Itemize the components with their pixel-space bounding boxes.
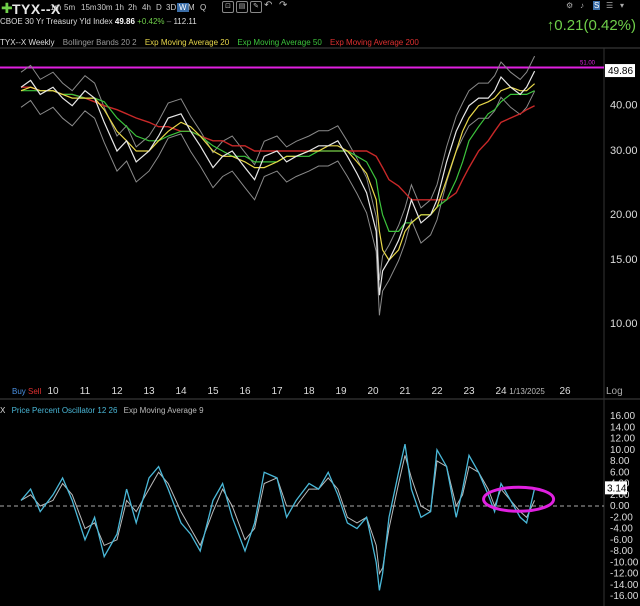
osc-y-tick: -6.00 xyxy=(610,535,633,546)
x-axis-label: 10 xyxy=(47,386,59,397)
osc-y-tick: -14.00 xyxy=(610,580,639,591)
osc-y-tick: -16.00 xyxy=(610,591,639,602)
osc-y-tick: 6.00 xyxy=(610,467,630,478)
ppo-series xyxy=(20,443,536,591)
osc-y-tick: -12.00 xyxy=(610,569,639,580)
ppo-ema9-series xyxy=(20,455,536,576)
x-axis-label: 12 xyxy=(111,386,123,397)
price-y-tick: 10.00 xyxy=(610,318,638,330)
chart-canvas[interactable]: 10.00 15.00 20.00 30.00 40.00 51.00 49.86 10 11 1… xyxy=(0,0,640,606)
osc-y-tick: -2.00 xyxy=(610,512,633,523)
oscillator-pane: 16.0014.0012.0010.008.006.004.002.000.00… xyxy=(0,411,639,602)
price-y-tick: 40.00 xyxy=(610,100,638,112)
osc-y-tick: 16.00 xyxy=(610,411,635,422)
osc-y-tick: 12.00 xyxy=(610,434,635,445)
price-y-tick: 15.00 xyxy=(610,254,638,266)
x-axis-label: 19 xyxy=(335,386,347,397)
x-axis-label: 17 xyxy=(271,386,283,397)
highlight-ellipse xyxy=(482,485,556,513)
bollinger-upper xyxy=(20,55,536,281)
x-axis-label: 15 xyxy=(207,386,219,397)
price-y-tick: 30.00 xyxy=(610,145,638,157)
x-axis-label: 23 xyxy=(463,386,475,397)
x-axis-label: 11 xyxy=(80,386,91,397)
osc-y-tick: 0.00 xyxy=(610,501,630,512)
price-series xyxy=(20,70,536,296)
osc-y-tick: -10.00 xyxy=(610,557,639,568)
x-axis-label: 24 xyxy=(495,386,507,397)
x-axis-label: 1/13/2025 xyxy=(509,387,545,396)
osc-y-tick: 14.00 xyxy=(610,422,635,433)
x-axis-label: 16 xyxy=(239,386,251,397)
bollinger-lower xyxy=(20,90,536,316)
resistance-label: 51.00 xyxy=(580,61,596,67)
x-axis-label: 22 xyxy=(431,386,443,397)
osc-y-tick: 10.00 xyxy=(610,445,635,456)
price-y-tick: 20.00 xyxy=(610,209,638,221)
x-axis-label: 20 xyxy=(367,386,379,397)
last-price-tag: 49.86 xyxy=(608,66,633,77)
x-axis-label: 21 xyxy=(399,386,411,397)
x-axis-label: 18 xyxy=(303,386,315,397)
osc-y-tick: 8.00 xyxy=(610,456,630,467)
osc-last-tag: 3.14 xyxy=(607,483,627,494)
ema200-series xyxy=(21,86,535,201)
x-axis-label: 14 xyxy=(175,386,187,397)
osc-y-tick: -8.00 xyxy=(610,546,633,557)
osc-y-tick: -4.00 xyxy=(610,524,633,535)
x-axis-label: 13 xyxy=(143,386,155,397)
x-axis-label: 26 xyxy=(559,386,571,397)
